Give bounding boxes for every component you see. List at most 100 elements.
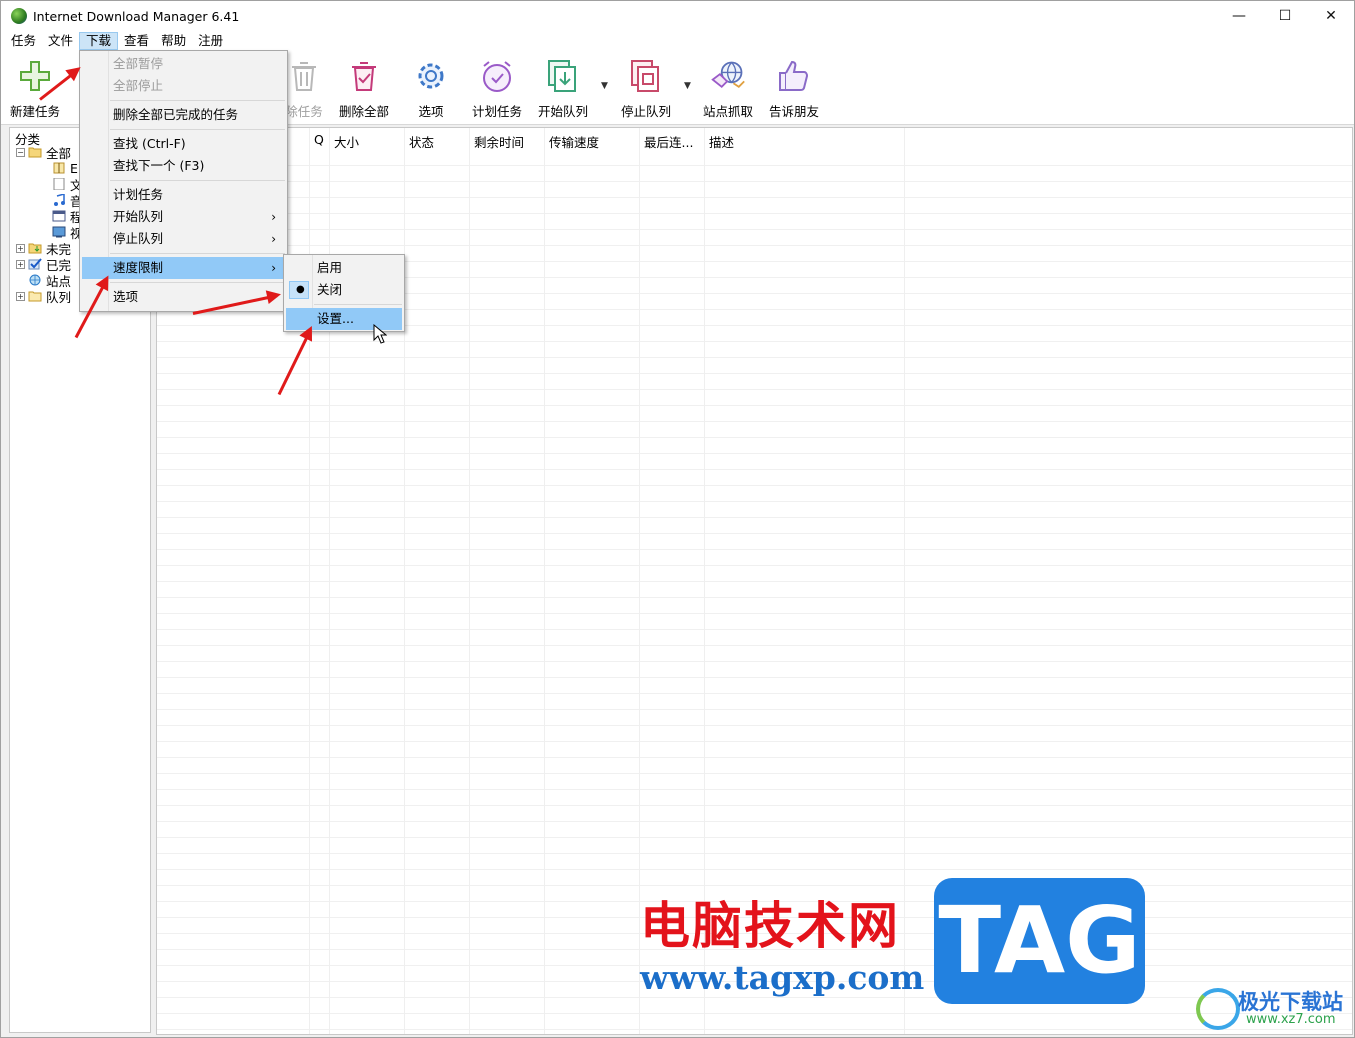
delete-all-button[interactable]: 删除全部 bbox=[331, 57, 397, 120]
title-bar: Internet Download Manager 6.41 — ☐ ✕ bbox=[1, 1, 1354, 31]
col-divider bbox=[469, 128, 470, 1034]
menu-item-start-queue-label: 开始队列 bbox=[113, 209, 164, 224]
trash-icon bbox=[286, 57, 322, 95]
window-controls: — ☐ ✕ bbox=[1216, 1, 1354, 31]
site-grabber-button[interactable]: 站点抓取 bbox=[695, 57, 761, 120]
column-header-description[interactable]: 描述 bbox=[709, 132, 734, 151]
close-button[interactable]: ✕ bbox=[1308, 1, 1354, 31]
start-queue-dropdown-icon[interactable]: ▼ bbox=[601, 81, 608, 91]
menu-item-speed-limiter-label: 速度限制 bbox=[113, 260, 164, 275]
scheduler-label: 计划任务 bbox=[471, 104, 522, 119]
stop-queue-icon bbox=[628, 57, 664, 95]
start-queue-button[interactable]: 开始队列 bbox=[530, 57, 596, 120]
menu-file[interactable]: 文件 bbox=[42, 32, 79, 50]
new-task-label: 新建任务 bbox=[9, 104, 60, 119]
menu-item-options[interactable]: 选项 bbox=[82, 286, 285, 308]
menu-item-start-queue[interactable]: 开始队列 › bbox=[82, 206, 285, 228]
menu-separator bbox=[110, 100, 285, 101]
expand-icon[interactable]: + bbox=[16, 243, 25, 253]
submenu-item-disable[interactable]: ● 关闭 bbox=[286, 279, 402, 301]
menu-item-speed-limiter[interactable]: 速度限制 › bbox=[82, 257, 285, 279]
menu-item-find[interactable]: 查找 (Ctrl-F) bbox=[82, 133, 285, 155]
window-title: Internet Download Manager 6.41 bbox=[33, 8, 240, 24]
tree-label-compressed: E bbox=[70, 160, 78, 176]
stop-queue-dropdown-icon[interactable]: ▼ bbox=[684, 81, 691, 91]
scheduler-button[interactable]: 计划任务 bbox=[464, 57, 530, 120]
radio-bullet-icon: ● bbox=[296, 284, 305, 295]
tree-item-all[interactable]: − 全部 bbox=[16, 144, 72, 161]
tell-friend-label: 告诉朋友 bbox=[768, 104, 819, 119]
options-button[interactable]: 选项 bbox=[398, 57, 464, 120]
globe-icon bbox=[29, 274, 41, 286]
menu-bar: 任务 文件 下载 查看 帮助 注册 bbox=[1, 31, 1354, 51]
menu-separator bbox=[110, 253, 285, 254]
download-dropdown-menu: 全部暂停 全部停止 删除全部已完成的任务 查找 (Ctrl-F) 查找下一个 (… bbox=[79, 50, 288, 312]
speed-limiter-submenu: 启用 ● 关闭 设置... bbox=[283, 254, 405, 332]
menu-item-stop-all[interactable]: 全部停止 bbox=[82, 75, 285, 97]
menu-view[interactable]: 查看 bbox=[118, 32, 155, 50]
stop-queue-label: 停止队列 bbox=[620, 104, 671, 119]
alarm-clock-icon bbox=[479, 57, 515, 95]
column-header-status[interactable]: 状态 bbox=[409, 132, 434, 151]
chevron-right-icon: › bbox=[271, 210, 276, 224]
menu-item-scheduler[interactable]: 计划任务 bbox=[82, 184, 285, 206]
plus-icon bbox=[17, 57, 53, 95]
collapse-icon[interactable]: − bbox=[16, 147, 25, 157]
folder-icon bbox=[28, 291, 42, 302]
tree-item-queues[interactable]: + 队列 bbox=[16, 288, 71, 305]
trash-check-icon bbox=[346, 57, 382, 95]
watermark-url: www.tagxp.com bbox=[640, 958, 925, 997]
tree-label-all: 全部 bbox=[46, 145, 72, 161]
menu-help[interactable]: 帮助 bbox=[155, 32, 192, 50]
tell-friend-button[interactable]: 告诉朋友 bbox=[761, 57, 827, 120]
site-grabber-label: 站点抓取 bbox=[702, 104, 753, 119]
col-divider bbox=[544, 128, 545, 1034]
watermark-tagxp: 电脑技术网 www.tagxp.com TAG bbox=[636, 878, 1148, 1008]
menu-item-delete-completed[interactable]: 删除全部已完成的任务 bbox=[82, 104, 285, 126]
folder-download-icon bbox=[28, 243, 42, 254]
menu-item-stop-queue-label: 停止队列 bbox=[113, 231, 164, 246]
video-icon bbox=[52, 226, 66, 238]
submenu-item-disable-label: 关闭 bbox=[317, 282, 343, 297]
menu-item-stop-queue[interactable]: 停止队列 › bbox=[82, 228, 285, 250]
watermark-tag-logo: TAG bbox=[934, 878, 1145, 1004]
minimize-button[interactable]: — bbox=[1216, 1, 1262, 31]
delete-task-label: 除任务 bbox=[285, 104, 323, 119]
menu-download[interactable]: 下载 bbox=[79, 32, 119, 50]
menu-item-pause-all[interactable]: 全部暂停 bbox=[82, 53, 285, 75]
start-queue-icon bbox=[545, 57, 581, 95]
menu-register[interactable]: 注册 bbox=[192, 32, 229, 50]
chevron-right-icon: › bbox=[271, 261, 276, 275]
column-header-time-left[interactable]: 剩余时间 bbox=[474, 132, 524, 151]
menu-item-find-next[interactable]: 查找下一个 (F3) bbox=[82, 155, 285, 177]
new-task-button[interactable]: 新建任务 bbox=[2, 57, 68, 120]
xz7-logo-icon bbox=[1196, 988, 1240, 1030]
column-header-speed[interactable]: 传输速度 bbox=[549, 132, 599, 151]
menu-tasks[interactable]: 任务 bbox=[5, 32, 42, 50]
watermark-site2-url: www.xz7.com bbox=[1246, 1012, 1336, 1027]
options-label: 选项 bbox=[418, 104, 444, 119]
column-header-last-try[interactable]: 最后连... bbox=[644, 132, 693, 151]
folder-open-icon bbox=[28, 147, 42, 158]
column-header-size[interactable]: 大小 bbox=[334, 132, 359, 151]
document-icon bbox=[53, 178, 65, 190]
expand-icon[interactable]: + bbox=[16, 259, 25, 269]
submenu-item-enable[interactable]: 启用 bbox=[286, 257, 402, 279]
watermark-cn-text: 电脑技术网 bbox=[640, 897, 900, 955]
delete-all-label: 删除全部 bbox=[338, 104, 389, 119]
menu-separator bbox=[314, 304, 402, 305]
program-window-icon bbox=[52, 210, 66, 222]
stop-queue-button[interactable]: 停止队列 bbox=[613, 57, 679, 120]
maximize-button[interactable]: ☐ bbox=[1262, 1, 1308, 31]
gear-icon bbox=[413, 57, 449, 95]
menu-separator bbox=[110, 129, 285, 130]
column-header-q[interactable]: Q bbox=[314, 132, 324, 147]
music-note-icon bbox=[54, 194, 65, 206]
expand-icon[interactable]: + bbox=[16, 291, 25, 301]
chevron-right-icon: › bbox=[271, 232, 276, 246]
start-queue-label: 开始队列 bbox=[537, 104, 588, 119]
globe-grabber-icon bbox=[710, 57, 746, 95]
archive-icon bbox=[53, 162, 65, 174]
menu-separator bbox=[110, 180, 285, 181]
menu-separator bbox=[110, 282, 285, 283]
